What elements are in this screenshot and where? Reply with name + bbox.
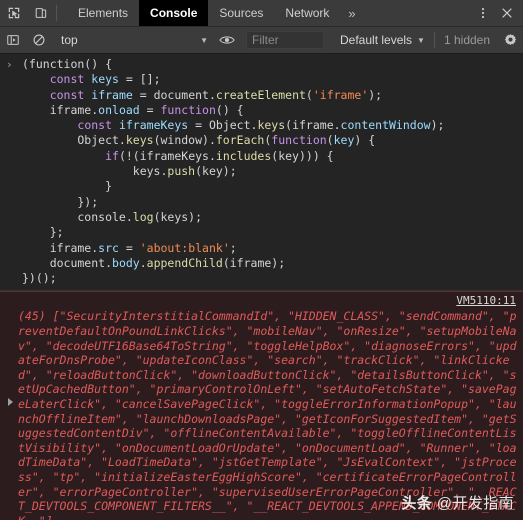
console-message-list[interactable]: › (function() { const keys = []; const i… — [0, 54, 523, 520]
hidden-messages-count[interactable]: 1 hidden — [444, 33, 490, 47]
chevron-down-icon: ▼ — [417, 35, 425, 45]
filter-input[interactable]: Filter — [246, 31, 324, 49]
execution-context-select[interactable]: top ▼ — [52, 30, 214, 50]
tabbar-spacer — [364, 0, 471, 26]
tab-sources[interactable]: Sources — [208, 0, 274, 26]
log-levels-label: Default levels — [340, 33, 413, 47]
console-sidebar-icon[interactable] — [0, 27, 26, 53]
expand-triangle-icon[interactable] — [8, 398, 13, 407]
toolbar-divider — [56, 5, 57, 21]
watermark-handle: @开发指南 — [432, 495, 514, 512]
execution-context-value: top — [61, 33, 78, 47]
console-input-code: (function() { const keys = []; const ifr… — [22, 57, 445, 286]
watermark-brand: 头条 — [401, 495, 433, 512]
kebab-menu-icon[interactable] — [471, 0, 495, 26]
filter-placeholder: Filter — [252, 33, 279, 47]
clear-console-icon[interactable] — [26, 27, 52, 53]
console-input-message: › (function() { const keys = []; const i… — [0, 54, 523, 292]
chevron-down-icon: ▼ — [200, 35, 208, 45]
array-output-text: (45) ["SecurityInterstitialCommandId", "… — [18, 309, 517, 520]
tab-elements[interactable]: Elements — [67, 0, 139, 26]
device-toolbar-icon[interactable] — [27, 0, 54, 26]
console-array-output[interactable]: VM5110:11 (45) ["SecurityInterstitialCom… — [0, 291, 523, 520]
tab-console[interactable]: Console — [139, 0, 209, 26]
tab-network[interactable]: Network — [274, 0, 340, 26]
tabbar-actions — [471, 0, 523, 26]
close-icon[interactable] — [495, 0, 519, 26]
gear-icon[interactable] — [497, 27, 523, 53]
more-tabs-button[interactable]: » — [340, 0, 363, 26]
live-expression-icon[interactable] — [214, 27, 240, 53]
source-link[interactable]: VM5110:11 — [456, 294, 516, 307]
inspect-cursor-icon[interactable] — [0, 0, 27, 26]
toolbar-divider — [433, 32, 435, 48]
log-levels-dropdown[interactable]: Default levels ▼ — [340, 33, 425, 47]
panel-tabs: Elements Console Sources Network » — [67, 0, 364, 26]
console-filter-toolbar: top ▼ Filter Default levels ▼ 1 hidden — [0, 27, 523, 54]
watermark: 头条 @开发指南 — [401, 492, 514, 513]
devtools-tabbar: Elements Console Sources Network » — [0, 0, 523, 27]
devtools-window: Elements Console Sources Network » top ▼… — [0, 0, 523, 520]
input-arrow-icon: › — [6, 58, 13, 71]
